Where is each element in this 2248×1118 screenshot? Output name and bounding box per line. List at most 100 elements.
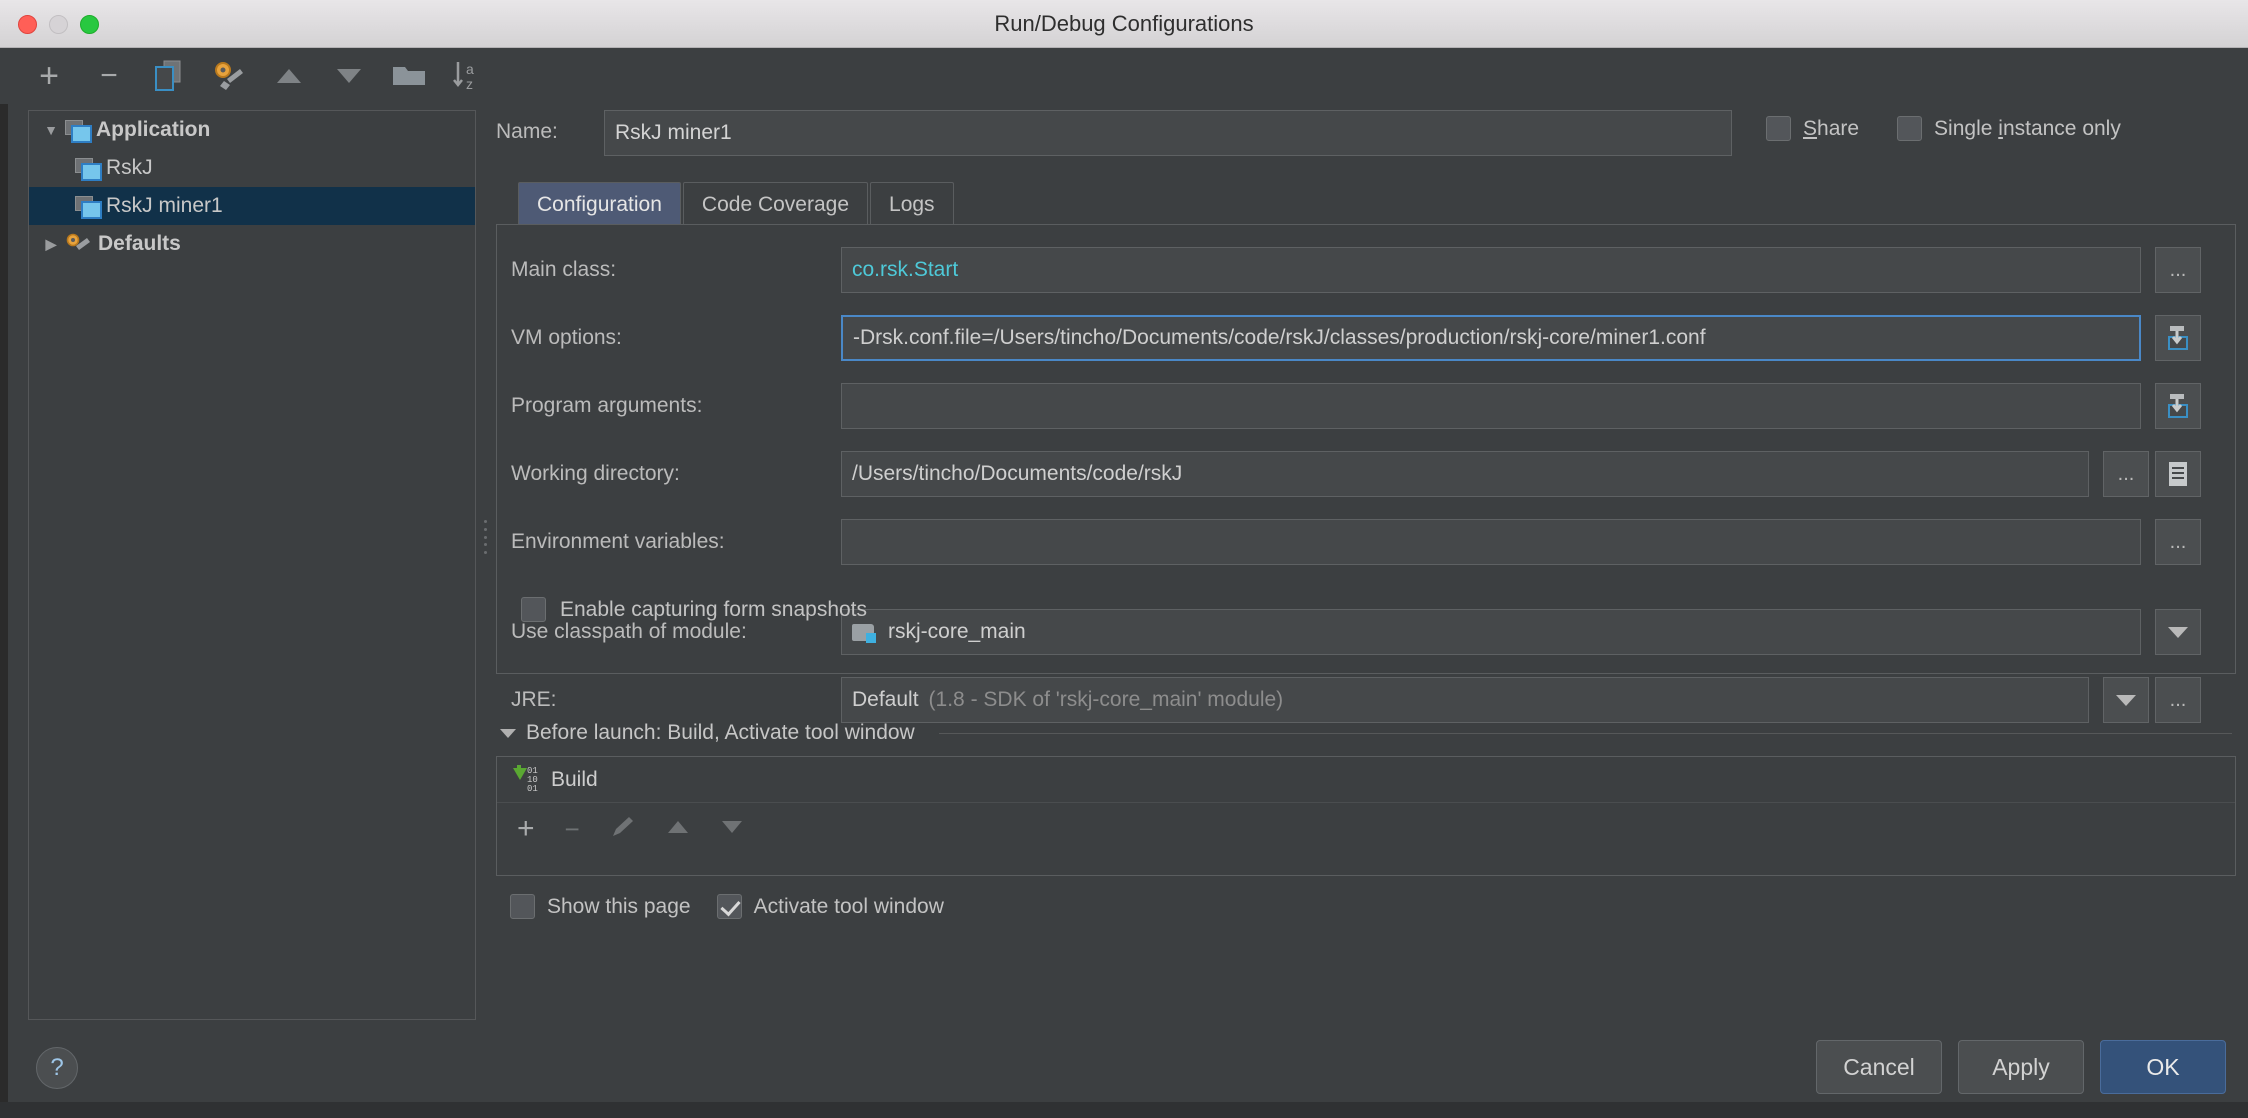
chevron-down-icon [2168, 626, 2188, 638]
single-instance-post: nstance only [2002, 116, 2121, 140]
before-launch-divider [938, 732, 2232, 734]
working-directory-label: Working directory: [511, 462, 680, 485]
tab-code-coverage[interactable]: Code Coverage [682, 182, 869, 226]
main-class-browse-button[interactable]: ... [2155, 247, 2201, 293]
before-launch-item-build[interactable]: 01 10 01 Build [497, 757, 2235, 803]
collapse-arrow-icon[interactable]: ▶ [37, 236, 65, 253]
ok-button[interactable]: OK [2100, 1040, 2226, 1094]
configuration-editor: Name: Share Single instance only Configu… [496, 56, 2236, 1056]
vm-options-row: VM options: -Drsk.conf.file=/Users/tinch… [511, 315, 2211, 361]
tree-node-label: Application [96, 118, 211, 141]
configuration-panel: Main class: co.rsk.Start ... VM options:… [496, 224, 2236, 723]
tree-node-label: Defaults [98, 232, 181, 255]
single-instance-pre: Single [1934, 116, 1999, 140]
dialog-actions: Cancel Apply OK [1816, 1040, 2226, 1094]
folder-icon[interactable] [390, 57, 428, 95]
move-task-down-icon [720, 818, 744, 841]
tree-node-application[interactable]: ▼ Application [29, 111, 475, 149]
before-launch-item-label: Build [551, 767, 598, 791]
minimize-window-button[interactable] [49, 14, 68, 34]
before-launch-header[interactable]: Before launch: Build, Activate tool wind… [496, 716, 2236, 750]
environment-variables-edit-button[interactable]: ... [2155, 519, 2201, 565]
classpath-module-dropdown-button[interactable] [2155, 609, 2201, 655]
main-class-row: Main class: co.rsk.Start ... [511, 247, 2211, 293]
show-this-page-checkbox[interactable] [510, 894, 535, 919]
tree-node-rskj[interactable]: RskJ [29, 149, 475, 187]
working-directory-browse-button[interactable]: ... [2103, 451, 2149, 497]
build-icon: 01 10 01 [511, 764, 541, 795]
main-class-label: Main class: [511, 258, 617, 281]
single-instance-label: Single instance only [1934, 117, 2121, 141]
share-checkbox[interactable] [1766, 116, 1791, 141]
working-directory-row: Working directory: /Users/tincho/Documen… [511, 451, 2211, 497]
remove-task-icon: − [564, 813, 580, 844]
apply-button[interactable]: Apply [1958, 1040, 2084, 1094]
edit-defaults-icon[interactable] [210, 57, 248, 95]
name-input[interactable] [604, 110, 1732, 156]
expand-arrow-icon[interactable]: ▼ [37, 122, 65, 138]
add-icon[interactable]: + [30, 57, 68, 95]
program-arguments-label: Program arguments: [511, 394, 703, 417]
remove-icon[interactable]: − [90, 57, 128, 95]
configurations-tree[interactable]: ▼ Application RskJ RskJ miner1 ▶ Default… [28, 110, 476, 1020]
vm-options-input[interactable]: -Drsk.conf.file=/Users/tincho/Documents/… [841, 315, 2141, 361]
form-snapshots-label: Enable capturing form snapshots [560, 597, 868, 621]
show-this-page-label: Show this page [547, 894, 691, 918]
vm-options-label: VM options: [511, 326, 622, 349]
help-button[interactable]: ? [36, 1047, 78, 1089]
activate-tool-window-checkbox[interactable] [716, 894, 742, 919]
before-launch-list[interactable]: 01 10 01 Build + − [496, 756, 2236, 876]
classpath-module-combo[interactable]: rskj-core_main [841, 609, 2141, 655]
form-snapshots-checkbox[interactable] [521, 597, 546, 622]
window-edge [0, 0, 8, 1118]
wrench-icon [65, 233, 91, 255]
single-instance-checkbox[interactable] [1897, 116, 1923, 141]
window-controls[interactable] [18, 0, 99, 48]
add-task-icon[interactable]: + [517, 812, 535, 846]
vm-options-expand-button[interactable] [2155, 315, 2201, 361]
tree-node-defaults[interactable]: ▶ Defaults [29, 225, 475, 263]
share-checkbox-row[interactable]: Share [1766, 116, 1859, 141]
program-arguments-expand-button[interactable] [2155, 383, 2201, 429]
share-label: Share [1803, 117, 1859, 141]
close-window-button[interactable] [18, 14, 37, 34]
move-down-icon[interactable] [330, 57, 368, 95]
application-icon [75, 196, 102, 219]
environment-variables-label: Environment variables: [511, 530, 725, 553]
maximize-window-button[interactable] [80, 14, 99, 34]
svg-text:a: a [466, 61, 474, 77]
window-title: Run/Debug Configurations [994, 10, 1254, 36]
copy-configuration-icon[interactable] [150, 57, 188, 95]
tab-logs[interactable]: Logs [870, 182, 954, 226]
move-up-icon[interactable] [270, 57, 308, 95]
show-this-page-row[interactable]: Show this page [510, 894, 691, 919]
main-class-input[interactable]: co.rsk.Start [841, 247, 2141, 293]
activate-tool-window-row[interactable]: Activate tool window [716, 894, 944, 919]
tree-node-rskj-miner1[interactable]: RskJ miner1 [29, 187, 475, 225]
editor-tabs[interactable]: Configuration Code Coverage Logs [518, 182, 956, 226]
before-launch-collapse-icon[interactable] [500, 728, 516, 738]
single-instance-checkbox-row[interactable]: Single instance only [1897, 116, 2121, 141]
environment-variables-row: Environment variables: ... [511, 519, 2211, 565]
tree-node-label: RskJ [106, 156, 153, 179]
panel-splitter[interactable] [480, 520, 490, 554]
environment-variables-input[interactable] [841, 519, 2141, 565]
sort-alphabetically-icon[interactable]: a z [450, 57, 488, 95]
form-snapshots-row[interactable]: Enable capturing form snapshots [521, 597, 867, 622]
window-title-bar: Run/Debug Configurations [0, 0, 2248, 48]
before-launch-toolbar: + − [497, 803, 2235, 855]
program-arguments-input[interactable] [841, 383, 2141, 429]
working-directory-macro-button[interactable] [2155, 451, 2201, 497]
classpath-module-value: rskj-core_main [888, 620, 1026, 643]
working-directory-input[interactable]: /Users/tincho/Documents/code/rskJ [841, 451, 2089, 497]
module-icon [852, 622, 878, 643]
jre-value: Default [852, 688, 919, 711]
edit-task-icon [610, 815, 636, 844]
share-mnemonic: S [1803, 116, 1818, 140]
move-task-up-icon [666, 818, 690, 841]
program-arguments-row: Program arguments: [511, 383, 2211, 429]
before-launch-title: Before launch: Build, Activate tool wind… [526, 721, 915, 744]
tab-configuration[interactable]: Configuration [518, 182, 681, 226]
share-label-rest: hare [1817, 116, 1860, 140]
cancel-button[interactable]: Cancel [1816, 1040, 1942, 1094]
